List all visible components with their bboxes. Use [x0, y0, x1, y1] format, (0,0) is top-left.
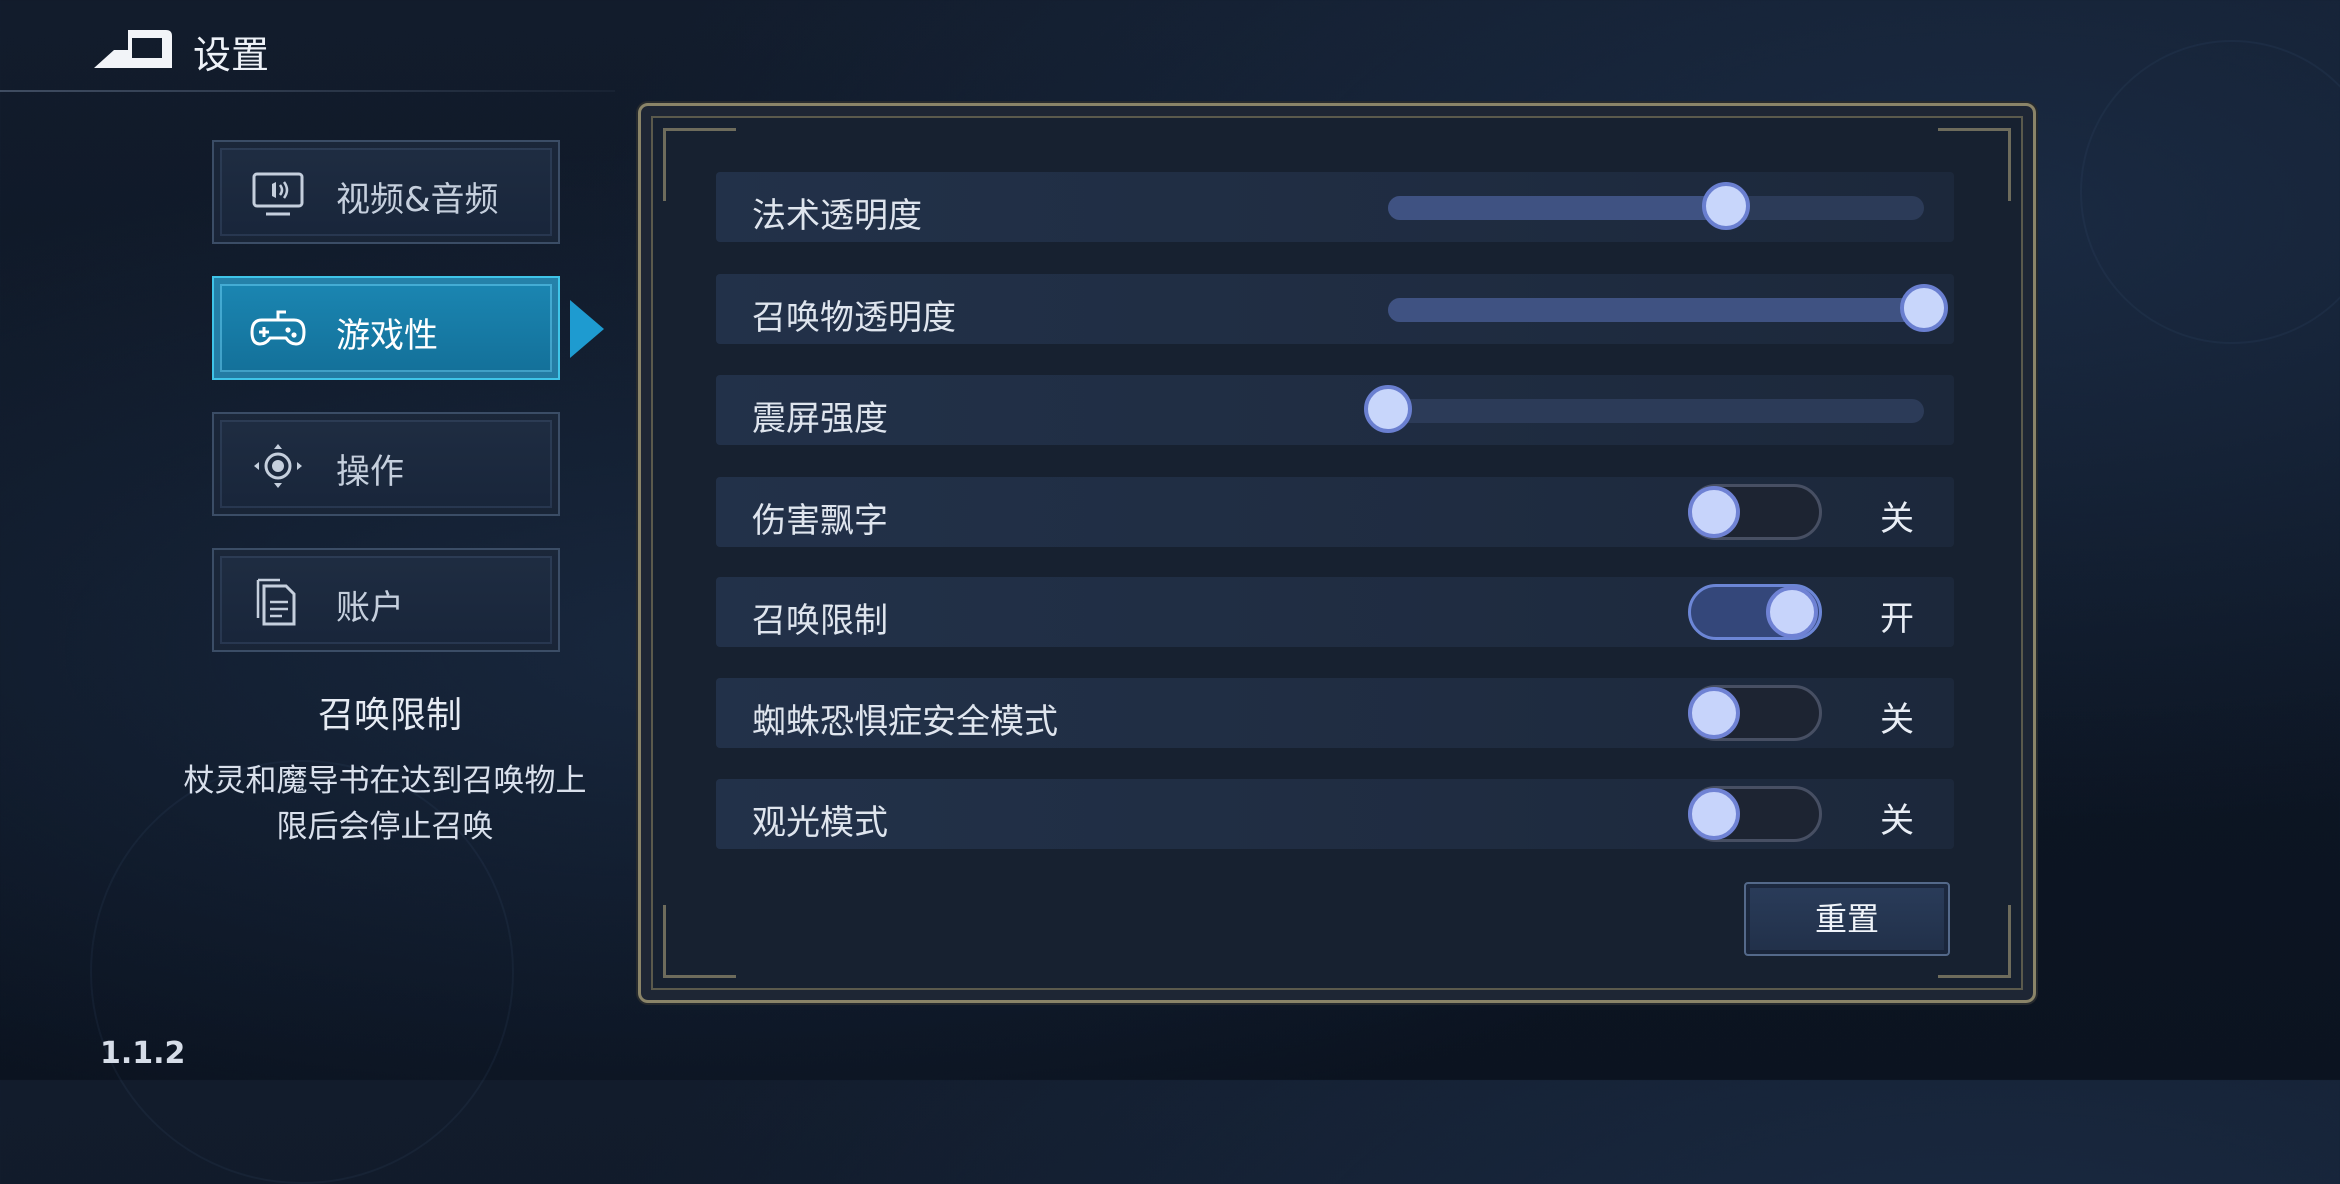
slider-fill — [1388, 298, 1924, 322]
monitor-speaker-icon — [252, 172, 304, 216]
tab-account[interactable]: 账户 — [212, 548, 560, 652]
version-label: 1.1.2 — [100, 1036, 186, 1071]
slider-track[interactable] — [1364, 385, 1924, 433]
description-line: 限后会停止召唤 — [276, 809, 494, 845]
slider-track[interactable] — [1388, 284, 1948, 332]
toggle-knob — [1766, 586, 1818, 638]
slider-thumb[interactable] — [1364, 385, 1412, 433]
tab-label: 操作 — [336, 452, 404, 492]
setting-label: 法术透明度 — [752, 196, 922, 236]
header-divider — [0, 90, 615, 92]
setting-row-sightseeing-mode: 观光模式 关 — [716, 779, 1954, 849]
toggle-knob — [1688, 788, 1740, 840]
slider-thumb[interactable] — [1900, 284, 1948, 332]
page-title: 设置 — [193, 33, 270, 77]
toggle-state-text: 关 — [1880, 700, 1914, 740]
setting-row-screen-shake: 震屏强度 — [716, 375, 1954, 445]
setting-label: 伤害飘字 — [752, 501, 888, 541]
setting-label: 蜘蛛恐惧症安全模式 — [752, 702, 1058, 742]
tab-controls[interactable]: 操作 — [212, 412, 560, 516]
setting-row-arachnophobia-mode: 蜘蛛恐惧症安全模式 关 — [716, 678, 1954, 748]
toggle-state-text: 关 — [1880, 801, 1914, 841]
active-tab-indicator — [570, 300, 604, 358]
background-decoration — [2080, 40, 2340, 344]
reset-button[interactable]: 重置 — [1744, 882, 1950, 956]
setting-row-summon-transparency: 召唤物透明度 — [716, 274, 1954, 344]
tab-label: 视频&音频 — [336, 180, 499, 220]
gamepad-icon — [250, 310, 306, 346]
back-button[interactable] — [92, 28, 174, 70]
header: 设置 — [0, 0, 615, 92]
setting-label: 召唤限制 — [752, 601, 888, 641]
panel-corner-ornament — [663, 905, 736, 978]
tab-label: 游戏性 — [336, 316, 438, 356]
slider-thumb[interactable] — [1701, 182, 1750, 230]
setting-label: 召唤物透明度 — [752, 298, 956, 338]
toggle-knob — [1688, 687, 1740, 739]
description-text: 杖灵和魔导书在达到召唤物上 限后会停止召唤 — [150, 758, 620, 850]
setting-row-spell-transparency: 法术透明度 — [716, 172, 1954, 242]
tab-label: 账户 — [336, 588, 404, 628]
toggle-switch[interactable] — [1688, 786, 1822, 842]
toggle-knob — [1688, 486, 1740, 538]
joystick-icon — [254, 444, 302, 488]
document-icon — [256, 578, 296, 626]
tab-gameplay[interactable]: 游戏性 — [212, 276, 560, 380]
setting-label: 震屏强度 — [752, 399, 888, 439]
toggle-state-text: 关 — [1880, 499, 1914, 539]
setting-row-summon-limit: 召唤限制 开 — [716, 577, 1954, 647]
setting-row-damage-numbers: 伤害飘字 关 — [716, 477, 1954, 547]
back-arrow-icon — [94, 30, 172, 68]
setting-label: 观光模式 — [752, 803, 888, 843]
description-line: 杖灵和魔导书在达到召唤物上 — [183, 763, 587, 799]
toggle-switch[interactable] — [1688, 685, 1822, 741]
slider-fill — [1388, 196, 1726, 220]
toggle-switch[interactable] — [1688, 584, 1822, 640]
tab-video-audio[interactable]: 视频&音频 — [212, 140, 560, 244]
toggle-state-text: 开 — [1880, 599, 1914, 639]
toggle-switch[interactable] — [1688, 484, 1822, 540]
slider-track[interactable] — [1388, 182, 1924, 230]
